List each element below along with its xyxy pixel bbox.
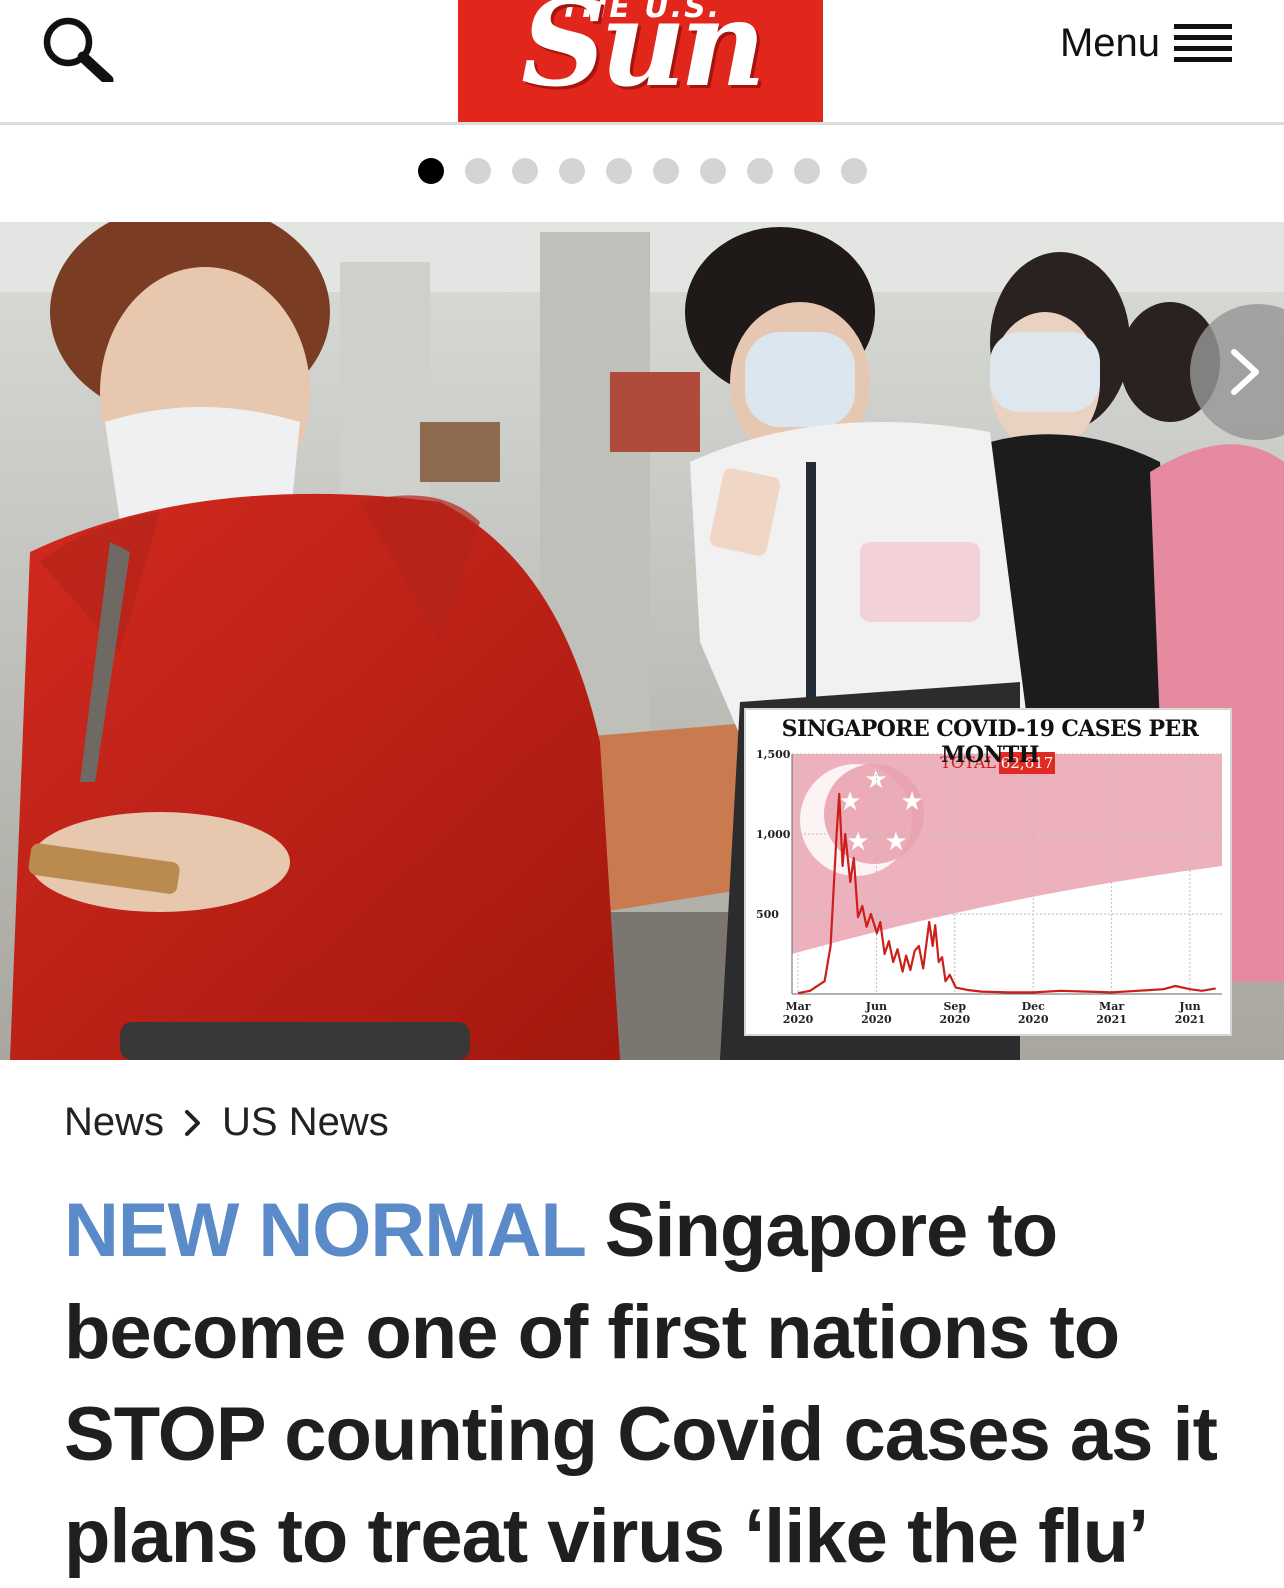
- x-tick-label: Jun: [1178, 1000, 1200, 1013]
- breadcrumb-news-link[interactable]: News: [64, 1100, 164, 1145]
- hero-image: ★ ★ ★ ★ ★ 1,500 1,000 500 Mar 2020 Jun 2020 Sep 2020 D…: [0, 222, 1284, 1060]
- carousel-pagination: [418, 158, 867, 184]
- breadcrumb-us-news-link[interactable]: US News: [222, 1100, 389, 1145]
- x-tick-label: 2020: [861, 1013, 892, 1026]
- article-headline[interactable]: NEW NORMAL Singapore to become one of fi…: [64, 1180, 1234, 1588]
- carousel-dot[interactable]: [512, 158, 538, 184]
- x-tick-label: Sep: [943, 1000, 966, 1013]
- hamburger-icon: [1174, 23, 1232, 63]
- x-tick-label: Jun: [865, 1000, 887, 1013]
- covid-cases-chart: ★ ★ ★ ★ ★ 1,500 1,000 500 Mar 2020 Jun 2020 Sep 2020 D…: [744, 708, 1232, 1036]
- breadcrumb: News US News: [64, 1100, 389, 1145]
- carousel-dot[interactable]: [418, 158, 444, 184]
- menu-button[interactable]: Menu: [1060, 18, 1232, 68]
- carousel-dot[interactable]: [653, 158, 679, 184]
- flag-star: ★: [884, 827, 907, 857]
- site-logo[interactable]: THE U.S. Sun: [458, 0, 823, 122]
- logo-wordmark: Sun: [521, 0, 766, 113]
- x-tick-label: Mar: [1099, 1000, 1124, 1013]
- chevron-right-icon: [185, 1109, 201, 1136]
- carousel-dot[interactable]: [841, 158, 867, 184]
- headline-kicker: NEW NORMAL: [64, 1188, 586, 1273]
- x-tick-label: Mar: [785, 1000, 810, 1013]
- x-tick-label: Dec: [1022, 1000, 1046, 1013]
- flag-star: ★: [838, 787, 861, 817]
- carousel-dot[interactable]: [465, 158, 491, 184]
- site-header: THE U.S. Sun Menu: [0, 0, 1284, 125]
- x-tick-label: 2020: [783, 1013, 814, 1026]
- flag-star: ★: [900, 787, 923, 817]
- carousel-dot[interactable]: [700, 158, 726, 184]
- carousel-dot[interactable]: [559, 158, 585, 184]
- x-tick-label: 2021: [1175, 1013, 1206, 1026]
- menu-label: Menu: [1059, 20, 1160, 65]
- carousel-dot[interactable]: [747, 158, 773, 184]
- y-tick-label: 500: [756, 908, 779, 921]
- y-tick-label: 1,000: [756, 828, 791, 841]
- search-button[interactable]: [38, 14, 118, 86]
- carousel-dot[interactable]: [794, 158, 820, 184]
- chart-title: SINGAPORE COVID-19 CASES PER MONTH: [781, 716, 1199, 768]
- x-tick-label: 2021: [1096, 1013, 1127, 1026]
- chevron-right-icon: [1231, 349, 1259, 395]
- flag-star: ★: [846, 827, 869, 857]
- x-tick-label: 2020: [1018, 1013, 1049, 1026]
- search-icon: [43, 17, 114, 86]
- carousel-dot[interactable]: [606, 158, 632, 184]
- x-tick-label: 2020: [939, 1013, 970, 1026]
